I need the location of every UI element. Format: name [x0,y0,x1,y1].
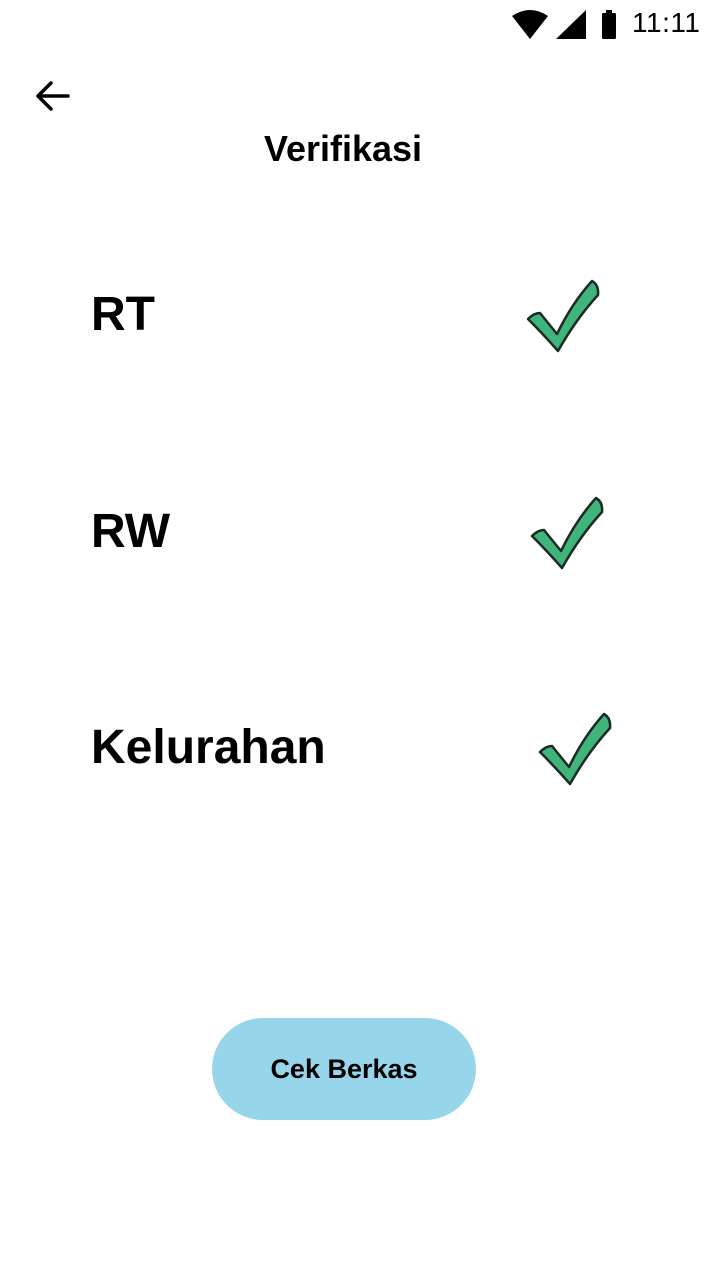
cell-signal-icon [556,10,586,45]
arrow-left-icon [34,80,70,117]
cek-berkas-button[interactable]: Cek Berkas [212,1018,476,1120]
status-time: 11:11 [632,7,701,38]
verification-item-kelurahan: Kelurahan [0,698,720,798]
verification-screen: 11:11 Verifikasi RT RW Kelurahan Cek Ber… [0,0,720,1280]
page-title: Verifikasi [263,128,423,169]
verification-label: RW [91,505,171,558]
verification-item-rt: RT [0,265,720,365]
checkmark-icon [524,277,602,355]
status-bar: 11:11 [0,0,720,48]
verification-label: RT [91,288,155,341]
verification-item-rw: RW [0,482,720,582]
back-button[interactable] [28,74,76,122]
checkmark-icon [536,710,614,788]
battery-icon [601,10,617,45]
verification-label: Kelurahan [91,721,326,774]
wifi-icon [512,10,548,45]
checkmark-icon [528,494,606,572]
